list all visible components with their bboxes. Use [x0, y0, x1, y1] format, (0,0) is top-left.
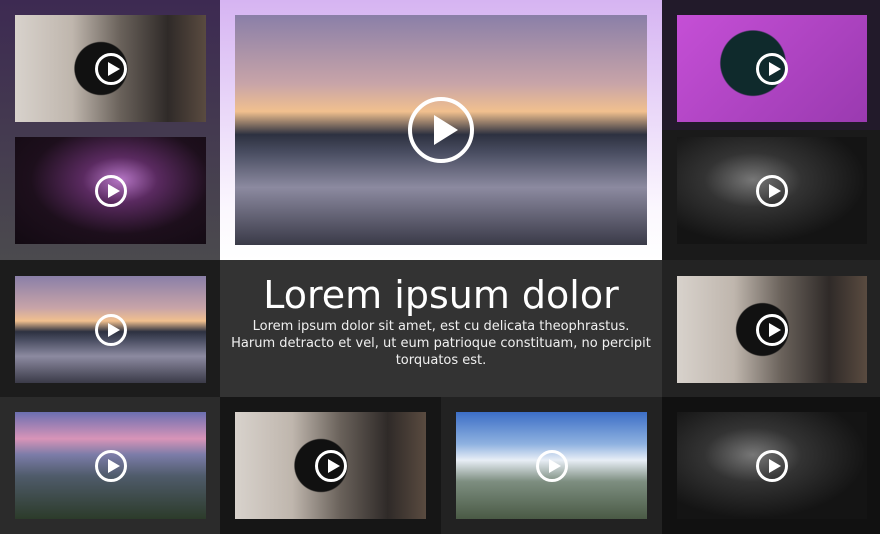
video-thumb-guitarist[interactable] — [677, 412, 867, 519]
play-icon[interactable] — [94, 313, 127, 346]
play-icon[interactable] — [756, 52, 788, 85]
video-thumb-lake-sunset[interactable] — [15, 276, 206, 383]
video-thumb-camera-operator[interactable] — [677, 276, 867, 383]
video-thumb-mountain-hiker[interactable] — [456, 412, 647, 519]
video-thumb-guitarist[interactable] — [677, 137, 867, 244]
video-featured-lake-sunset[interactable] — [235, 15, 647, 245]
video-thumb-camera-operator[interactable] — [235, 412, 426, 519]
feature-title: Lorem ipsum dolor — [263, 273, 619, 317]
play-icon[interactable] — [94, 449, 127, 482]
video-thumb-camera-operator[interactable] — [15, 15, 206, 122]
play-icon[interactable] — [408, 97, 474, 163]
play-icon[interactable] — [756, 313, 788, 346]
play-icon[interactable] — [94, 174, 127, 207]
video-thumb-mountain-valley[interactable] — [15, 412, 206, 519]
video-thumb-concert-crowd[interactable] — [15, 137, 206, 244]
feature-description: Lorem ipsum dolor sit amet, est cu delic… — [231, 319, 651, 368]
play-icon[interactable] — [756, 449, 788, 482]
play-icon[interactable] — [756, 174, 788, 207]
video-thumb-purple-camera[interactable] — [677, 15, 867, 122]
play-icon[interactable] — [535, 449, 568, 482]
play-icon[interactable] — [94, 52, 127, 85]
play-icon[interactable] — [314, 449, 347, 482]
